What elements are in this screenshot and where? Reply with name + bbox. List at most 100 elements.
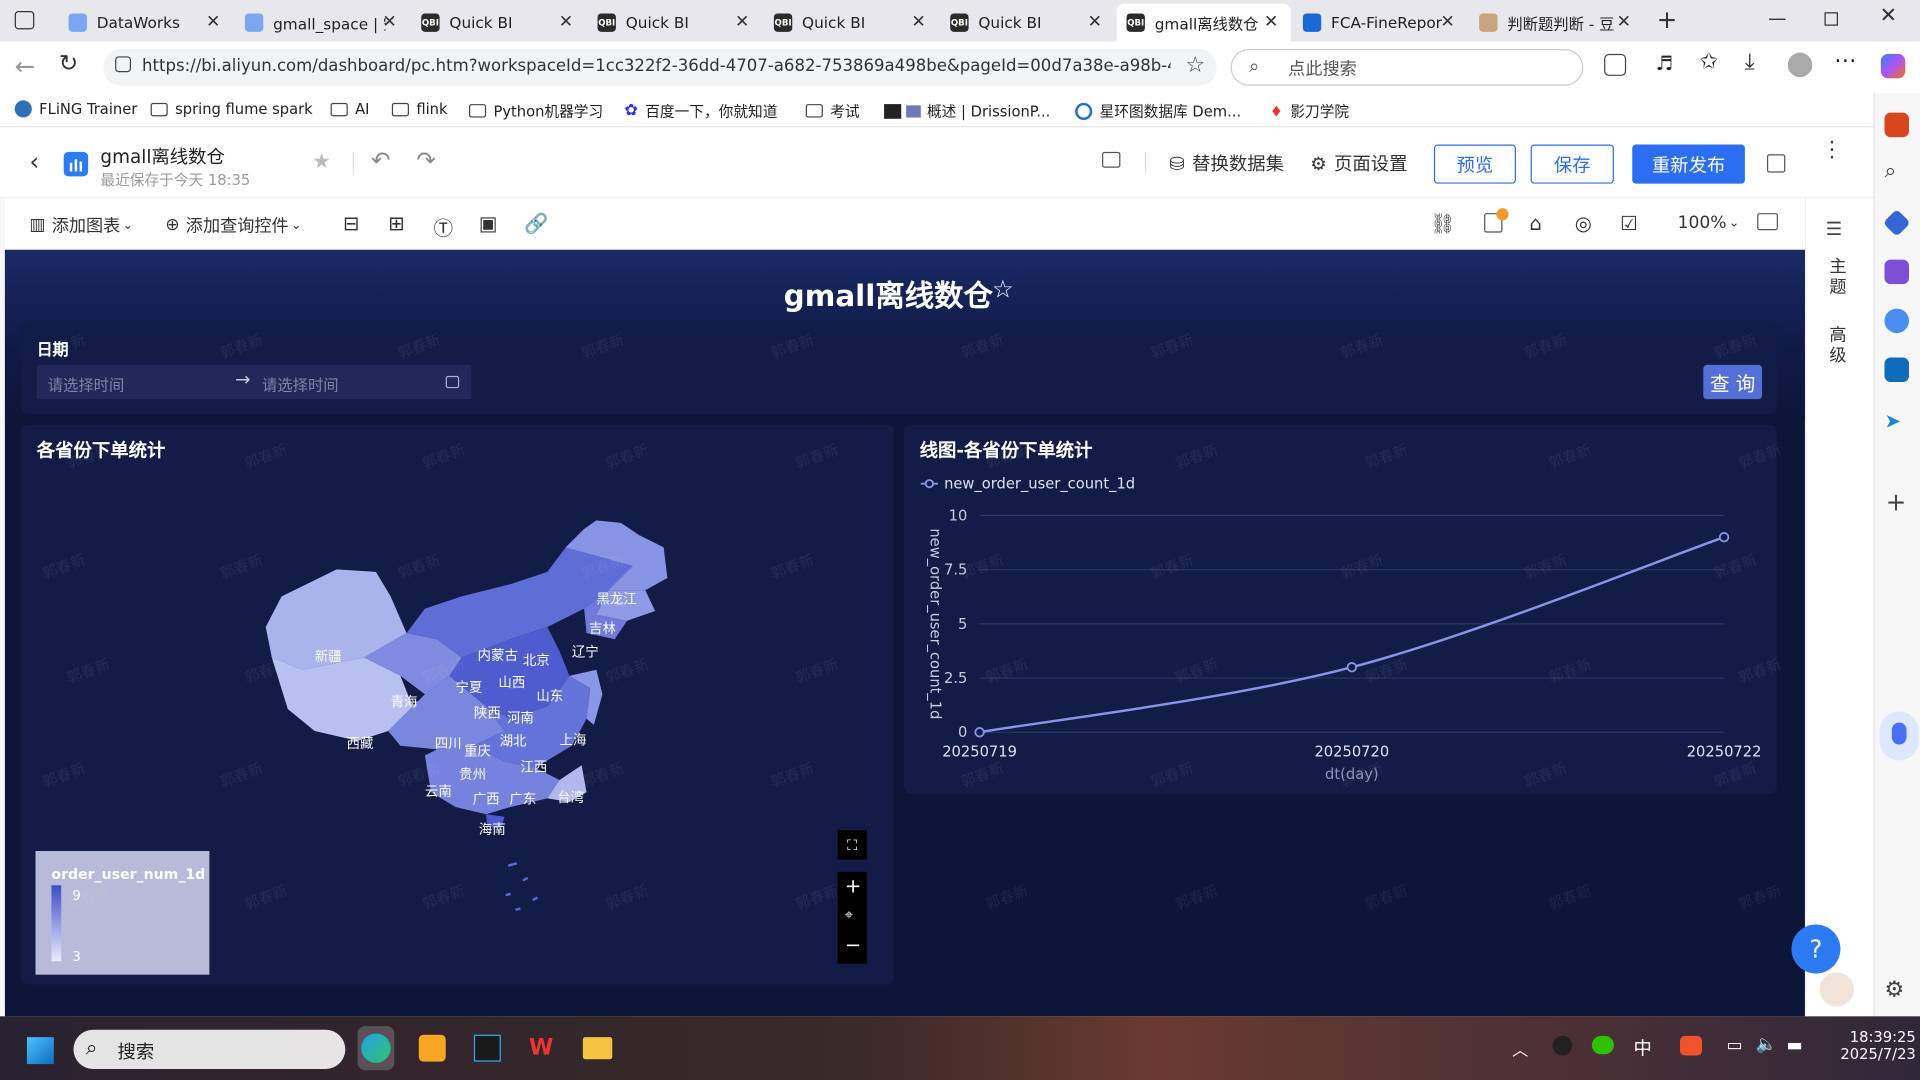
wechat-icon[interactable] [1591,1035,1614,1055]
taskbar-search[interactable]: ⌕ 搜索 [73,1029,346,1069]
assistant-bubble[interactable] [1879,711,1919,761]
close-tab-icon[interactable]: ✕ [1088,12,1102,32]
maximize-icon[interactable] [1824,12,1838,26]
redo-icon[interactable]: ↷ [416,147,435,174]
network-icon[interactable]: ▭ [1727,1036,1743,1056]
games-icon[interactable] [1884,259,1909,285]
tab-control-icon[interactable]: ⊟ [343,212,359,235]
bookmark-spring[interactable]: spring flume spark [175,100,313,117]
outlook-icon[interactable] [1884,357,1909,383]
url-text[interactable]: https://bi.aliyun.com/dashboard/pc.htm?w… [142,56,1171,76]
outline-icon[interactable]: ☰ [1826,218,1842,240]
bookmark-yingdao[interactable]: 影刀学院 [1290,100,1349,121]
taskbar-edge[interactable] [357,1026,395,1071]
tag-icon[interactable] [1882,209,1911,237]
star-icon[interactable]: ★ [312,149,331,173]
bookmark-drission[interactable]: 概述 | DrissionP... [927,100,1050,121]
lock-icon[interactable] [1102,151,1121,168]
zoom-out-icon[interactable]: − [845,933,861,956]
close-tab-icon[interactable]: ✕ [1617,12,1631,32]
search-placeholder[interactable]: 点此搜索 [1288,56,1357,80]
query-button[interactable]: 查 询 [1703,364,1763,400]
hierarchy-icon[interactable]: ⌂ [1529,212,1541,235]
qq-icon[interactable] [1552,1035,1573,1056]
line-chart[interactable]: new_order_user_count_1d02.557.510new_ord… [904,425,1777,794]
zoom-select[interactable]: 100% ⌄ [1678,213,1740,233]
bookmark-fling[interactable]: FLiNG Trainer [39,100,137,117]
refresh-icon[interactable]: ↻ [59,50,78,77]
close-tab-icon[interactable]: ✕ [206,12,220,32]
advanced-tab[interactable]: 高级 [1829,326,1846,368]
toolbox-icon[interactable] [1884,112,1909,138]
bookmark-exam[interactable]: 考试 [830,100,859,121]
browser-tab[interactable]: QBI Quick BI ✕ [588,4,762,42]
end-date-input[interactable]: 请选择时间 [262,372,339,395]
sogou-icon[interactable] [1680,1035,1703,1056]
ime-indicator[interactable]: 中 [1633,1035,1651,1061]
layout-icon[interactable]: ⊞ [388,212,404,235]
search-box[interactable]: ⌕ 点此搜索 [1230,48,1584,86]
undo-icon[interactable]: ↶ [371,147,390,174]
url-bar[interactable]: https://bi.aliyun.com/dashboard/pc.htm?w… [102,48,1218,86]
close-tab-icon[interactable]: ✕ [559,12,573,32]
file-explorer-icon[interactable] [582,1037,613,1060]
favorite-star-icon[interactable]: ☆ [1185,53,1205,79]
preview-button[interactable]: 预览 [1433,144,1516,184]
user-avatar[interactable] [1817,969,1857,1009]
date-range-picker[interactable]: 请选择时间 → 请选择时间 [36,364,472,400]
more-menu-icon[interactable]: ⋯ [1834,48,1856,74]
close-tab-icon[interactable]: ✕ [382,12,396,32]
help-button[interactable]: ? [1791,924,1841,974]
image-icon[interactable]: ▣ [479,212,498,235]
datagrip-icon[interactable] [473,1034,501,1062]
close-window-icon[interactable]: ✕ [1880,4,1897,28]
browser-tab[interactable]: QBI gmall离线数仓 ✕ [1116,3,1291,42]
windows-start-icon[interactable] [26,1037,54,1065]
browser-tab[interactable]: QBI Quick BI ✕ [411,4,585,42]
title-star-icon[interactable]: ☆ [992,274,1014,303]
close-tab-icon[interactable]: ✕ [1264,12,1278,32]
new-tab-icon[interactable]: + [1657,5,1678,34]
settings-icon[interactable]: ⚙ [1885,977,1905,1003]
minimize-icon[interactable]: — [1768,7,1786,29]
close-tab-icon[interactable]: ✕ [735,12,749,32]
download-icon[interactable]: ⤓ [1745,49,1755,75]
wps-icon[interactable]: W [529,1035,556,1062]
share-icon[interactable] [1766,154,1786,173]
send-icon[interactable]: ➤ [1885,409,1909,433]
browser-tab[interactable]: FCA-FineRepor ✕ [1293,4,1467,42]
add-chart-button[interactable]: ▥ 添加图表 ⌄ [29,213,133,237]
back-icon[interactable]: ← [15,51,36,80]
hide-icon[interactable]: ◎ [1575,212,1592,235]
locate-icon[interactable]: ⌖ [845,906,853,924]
dashboard-name[interactable]: gmall离线数仓 [100,143,224,169]
browser-tab[interactable]: QBI Quick BI ✕ [764,4,938,42]
bookmark-ai[interactable]: AI [355,100,369,117]
link-icon[interactable]: 🔗 [524,212,548,235]
browser-tab[interactable]: DataWorks ✕ [59,4,233,42]
add-icon[interactable]: + [1886,487,1910,516]
bookmark-flink[interactable]: flink [416,100,447,117]
bookmark-baidu[interactable]: 百度一下，你就知道 [645,100,777,121]
extensions-icon[interactable] [1604,53,1627,76]
tray-expand-icon[interactable]: ︿ [1512,1037,1528,1060]
search-icon[interactable]: ⌕ [1885,159,1909,183]
browser-tab[interactable]: gmall_space | 空✕ [235,4,409,42]
republish-button[interactable]: 重新发布 [1632,144,1745,184]
browser-tab[interactable]: 判断题判断 - 豆 ✕ [1469,4,1643,42]
link-settings-icon[interactable]: ⛓ [1430,212,1455,235]
copilot-app-icon[interactable] [1884,308,1909,334]
media-icon[interactable]: ♬ [1656,51,1674,74]
close-tab-icon[interactable]: ✕ [911,12,925,32]
close-tab-icon[interactable]: ✕ [1440,12,1454,32]
copilot-icon[interactable] [1880,53,1906,79]
tab-actions-icon[interactable] [14,11,35,30]
save-button[interactable]: 保存 [1530,144,1614,184]
volume-icon[interactable]: 🔈 [1756,1035,1777,1055]
more-options-icon[interactable]: ⋮ [1821,139,1843,161]
text-icon[interactable]: Ⓣ [433,212,453,241]
back-icon[interactable]: ‹ [29,147,39,176]
fullscreen-icon[interactable] [1757,213,1778,231]
profile-avatar[interactable] [1787,52,1813,78]
site-info-icon[interactable] [115,56,132,73]
